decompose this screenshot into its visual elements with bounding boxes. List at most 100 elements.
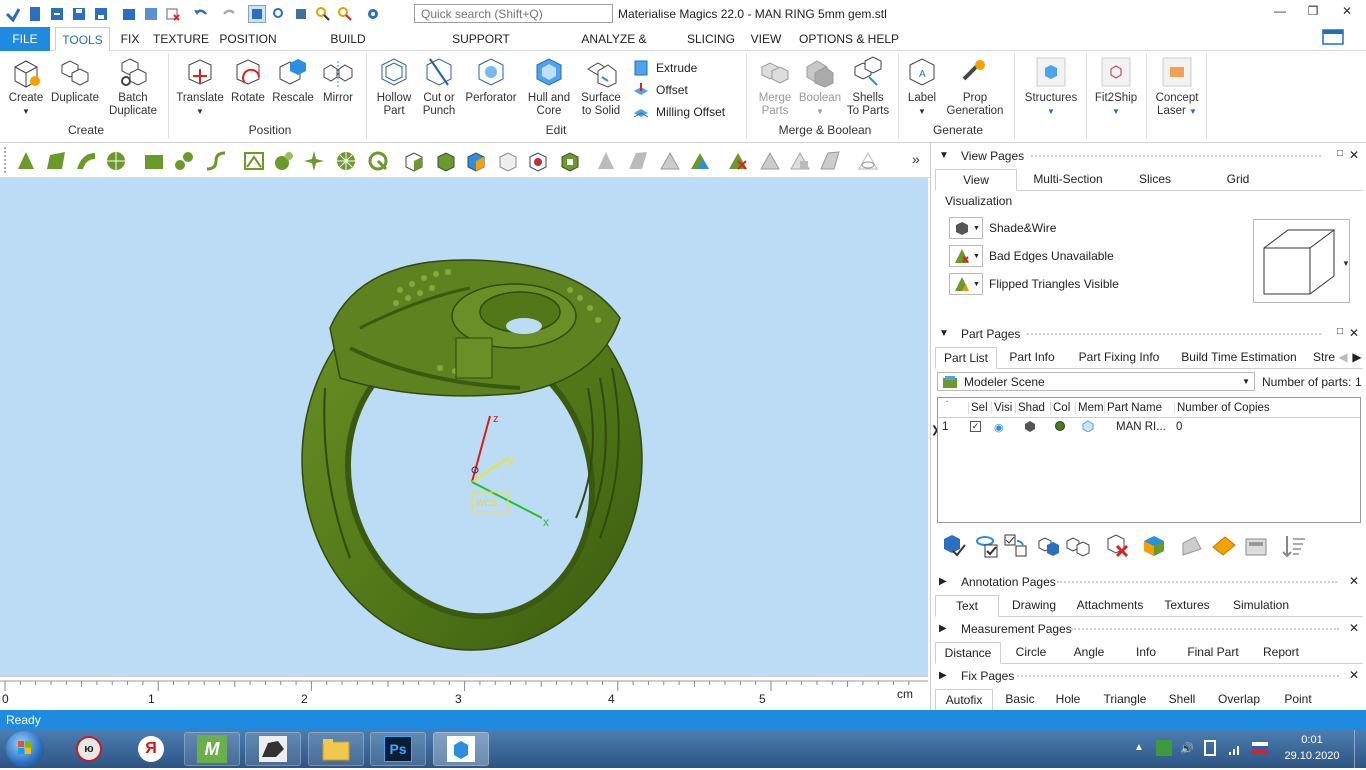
clock-date[interactable]: 29.10.2020: [1282, 750, 1342, 762]
save-as-icon[interactable]: [92, 5, 110, 23]
tab-hole[interactable]: Hole: [1053, 689, 1083, 711]
label-button[interactable]: A Label ▼: [902, 55, 942, 118]
view-cube-preview[interactable]: ▼: [1253, 219, 1350, 303]
rhino-taskbar-button[interactable]: [245, 732, 301, 766]
batch-duplicate-button[interactable]: Batch Duplicate: [104, 55, 162, 118]
tab-part-list[interactable]: Part List: [935, 347, 997, 369]
unzoom-icon[interactable]: [336, 5, 354, 23]
zoom-icon[interactable]: [270, 5, 288, 23]
tab-distance[interactable]: Distance: [935, 642, 1001, 664]
layout-icon[interactable]: [1322, 29, 1344, 47]
tab-angle[interactable]: Angle: [1069, 642, 1109, 664]
magics-active-taskbar-button[interactable]: [433, 732, 489, 766]
network-signal-icon[interactable]: [1228, 742, 1242, 759]
tab-tools[interactable]: TOOLS: [55, 27, 110, 51]
mark-surface-gray-icon[interactable]: [658, 149, 682, 173]
prop-generation-button[interactable]: Prop Generation: [944, 55, 1006, 118]
toolbar-overflow-icon[interactable]: »: [912, 151, 920, 167]
start-button[interactable]: [6, 731, 44, 767]
col-number-of-copies[interactable]: Number of Copies: [1174, 402, 1270, 414]
file-tab[interactable]: FILE: [0, 27, 50, 51]
select-triangle-icon[interactable]: [14, 149, 38, 173]
mark-part-icon[interactable]: [402, 149, 426, 173]
tab-multi-section[interactable]: Multi-Section: [1023, 169, 1113, 191]
select-all-parts-icon[interactable]: [941, 533, 967, 559]
tab-final-part[interactable]: Final Part: [1181, 642, 1245, 664]
tab-basic[interactable]: Basic: [1003, 689, 1037, 711]
close-icon[interactable]: ✕: [1349, 621, 1359, 635]
close-icon[interactable]: ✕: [1349, 668, 1359, 682]
unmark-triangle-icon[interactable]: [726, 149, 750, 173]
duplicate-button[interactable]: Duplicate: [48, 55, 102, 105]
hollow-part-button[interactable]: Hollow Part: [370, 55, 418, 118]
label-part-icon[interactable]: [1211, 533, 1237, 559]
close-icon[interactable]: ✕: [1349, 148, 1359, 162]
zoom-window-icon[interactable]: [314, 5, 332, 23]
col-shad[interactable]: Shad: [1015, 402, 1045, 414]
3d-viewport[interactable]: z y x WCS: [0, 178, 928, 676]
language-flag-icon[interactable]: [1252, 742, 1268, 754]
magics-taskbar-button[interactable]: M: [184, 732, 240, 766]
tab-info[interactable]: Info: [1131, 642, 1161, 664]
invert-mark-icon[interactable]: [464, 149, 488, 173]
select-cone-icon[interactable]: [366, 149, 390, 173]
table-row[interactable]: 1 ✓ ◉ MAN RI... 0: [938, 418, 1360, 436]
scene-select[interactable]: Modeler Scene ▼: [937, 372, 1255, 391]
volume-icon[interactable]: 🔊: [1180, 742, 1194, 755]
tab-circle[interactable]: Circle: [1009, 642, 1053, 664]
tab-view-pages-view[interactable]: View: [935, 169, 1017, 191]
app-logo-icon[interactable]: [4, 5, 22, 23]
select-lasso-icon[interactable]: [242, 149, 266, 173]
tab-build-time-estimation[interactable]: Build Time Estimation: [1177, 347, 1301, 369]
tab-attachments[interactable]: Attachments: [1075, 595, 1145, 617]
part-color-icon[interactable]: [1141, 533, 1167, 559]
mark-all-icon[interactable]: [434, 149, 458, 173]
collapse-triangle-icon[interactable]: ▼: [939, 328, 949, 339]
measurement-pages-header[interactable]: ▶ Measurement Pages ✕: [931, 618, 1366, 640]
mark-eye-icon[interactable]: [856, 149, 880, 173]
col-visi[interactable]: Visi: [991, 402, 1012, 414]
hull-and-core-button[interactable]: Hull and Core: [522, 55, 576, 118]
battery-icon[interactable]: [1204, 740, 1216, 756]
translate-button[interactable]: Translate ▼: [174, 55, 226, 118]
concept-laser-button[interactable]: Concept Laser ▼: [1150, 55, 1204, 118]
select-cylinder-icon[interactable]: [334, 149, 358, 173]
fix-pages-header[interactable]: ▶ Fix Pages ✕: [931, 665, 1366, 687]
flipped-triangles-dropdown[interactable]: ▼ Flipped Triangles Visible: [949, 273, 1119, 295]
collapse-triangle-icon[interactable]: ▼: [939, 150, 949, 161]
invert-selection-icon[interactable]: [1003, 533, 1029, 559]
mark-plane-gray-icon[interactable]: [626, 149, 650, 173]
tab-autofix[interactable]: Autofix: [935, 689, 993, 711]
tab-stre[interactable]: Stre: [1311, 347, 1337, 369]
milling-offset-button[interactable]: Milling Offset: [632, 103, 725, 121]
tab-text[interactable]: Text: [935, 595, 999, 617]
tab-position[interactable]: POSITION: [218, 27, 278, 51]
sort-icon[interactable]: ˆ: [946, 400, 949, 409]
perforator-button[interactable]: Perforator: [462, 55, 520, 105]
part-database-icon[interactable]: [1243, 533, 1269, 559]
collapse-panel-icon[interactable]: ❯: [931, 425, 939, 445]
close-icon[interactable]: ✕: [1349, 326, 1359, 340]
mark-gray-4-icon[interactable]: [818, 149, 842, 173]
yu-app-button[interactable]: ю: [60, 732, 118, 766]
select-parts-icon[interactable]: [248, 4, 266, 23]
col-mem[interactable]: Mem: [1075, 402, 1103, 414]
view-pages-header[interactable]: ▼ View Pages □ ✕: [931, 145, 1366, 167]
select-curve-icon[interactable]: [204, 149, 228, 173]
close-icon[interactable]: ✕: [1349, 574, 1359, 588]
ring-model[interactable]: z y x WCS: [0, 178, 928, 676]
remove-part-icon[interactable]: [1105, 533, 1131, 559]
show-desktop-button[interactable]: [1354, 730, 1366, 768]
part-color-swatch[interactable]: [1055, 421, 1065, 431]
mark-gray-3-icon[interactable]: [788, 149, 812, 173]
extend-mark-icon[interactable]: [558, 149, 582, 173]
toolbar-grip[interactable]: [4, 147, 8, 173]
col-sel[interactable]: Sel: [968, 402, 988, 414]
ungroup-parts-icon[interactable]: [1065, 533, 1091, 559]
close-window-button[interactable]: ✕: [1332, 4, 1362, 22]
tab-build-preparation[interactable]: BUILD PREPARATION: [288, 27, 408, 70]
pin-icon[interactable]: □: [1337, 148, 1343, 159]
shaded-cube-icon[interactable]: [1024, 420, 1036, 432]
sort-list-icon[interactable]: [1281, 533, 1307, 559]
boolean-button[interactable]: Boolean ▼: [796, 55, 844, 118]
